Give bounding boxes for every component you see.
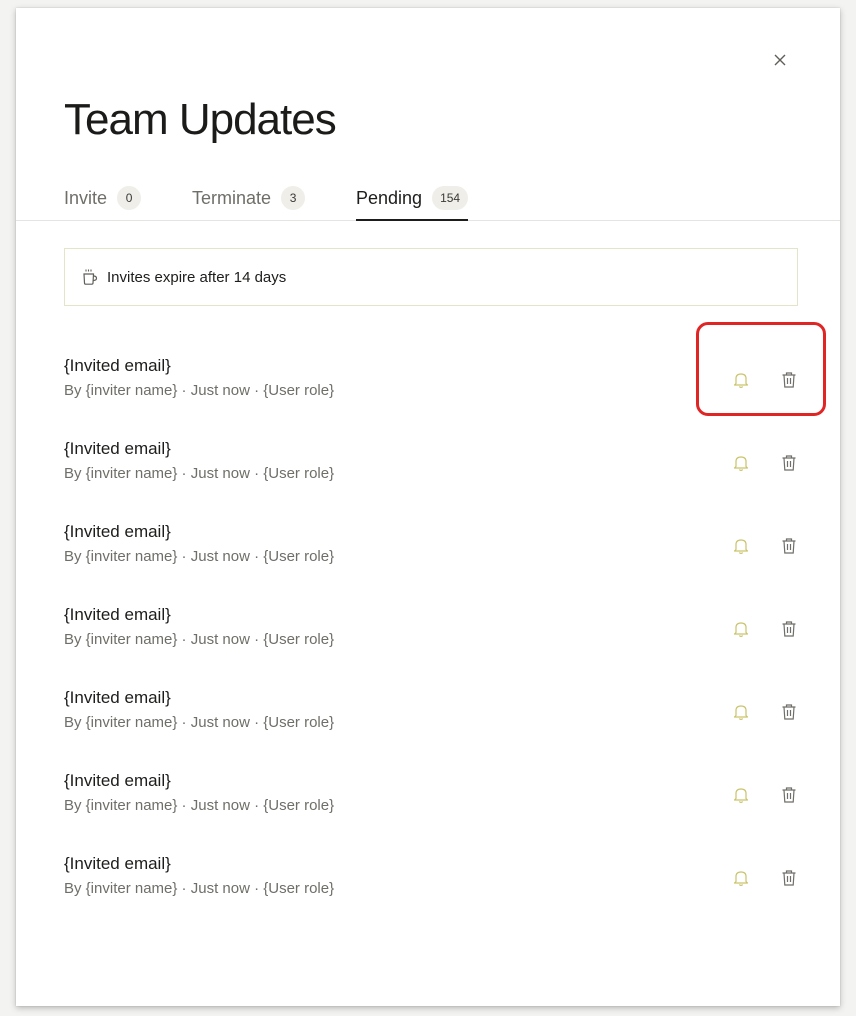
row-actions [732,702,798,722]
invited-email: {Invited email} [64,854,171,873]
tab-count-badge: 154 [432,186,469,210]
expiry-notice: Invites expire after 14 days [64,248,798,306]
invited-email: {Invited email} [64,688,171,707]
bell-icon [733,705,749,720]
delete-button[interactable] [780,868,798,888]
trash-icon [782,538,796,554]
trash-icon [782,372,796,388]
tab-invite[interactable]: Invite 0 [64,186,142,220]
tab-label: Terminate [192,188,272,208]
list-item: {Invited email} By {inviter name} · Just… [64,848,798,931]
row-actions [732,536,798,556]
delete-button[interactable] [780,370,798,390]
trash-icon [782,704,796,720]
team-updates-modal: Team Updates Invite 0 Terminate 3 Pendin… [16,8,840,1006]
trash-icon [782,621,796,637]
row-actions [732,619,798,639]
list-item: {Invited email} By {inviter name} · Just… [64,350,798,433]
invited-email: {Invited email} [64,771,171,790]
invite-meta: By {inviter name} · Just now · {User rol… [64,880,335,897]
list-item: {Invited email} By {inviter name} · Just… [64,433,798,516]
bell-icon [733,456,749,471]
delete-button[interactable] [780,785,798,805]
bell-icon [733,539,749,554]
bell-icon [733,373,749,388]
remind-button[interactable] [732,370,750,390]
remind-button[interactable] [732,453,750,473]
delete-button[interactable] [780,536,798,556]
invited-email: {Invited email} [64,522,171,541]
remind-button[interactable] [732,702,750,722]
invited-email: {Invited email} [64,356,171,375]
tab-label: Pending [356,188,423,208]
tab-pending[interactable]: Pending 154 [356,186,469,221]
remind-button[interactable] [732,785,750,805]
delete-button[interactable] [780,702,798,722]
bell-icon [733,871,749,886]
tab-count-badge: 3 [281,186,306,210]
list-item: {Invited email} By {inviter name} · Just… [64,765,798,848]
invite-meta: By {inviter name} · Just now · {User rol… [64,714,335,731]
row-actions [732,370,798,390]
bell-icon [733,622,749,637]
invite-meta: By {inviter name} · Just now · {User rol… [64,382,335,399]
invite-meta: By {inviter name} · Just now · {User rol… [64,631,335,648]
list-item: {Invited email} By {inviter name} · Just… [64,516,798,599]
invited-email: {Invited email} [64,439,171,458]
trash-icon [782,455,796,471]
tab-count-badge: 0 [117,186,142,210]
tab-bar: Invite 0 Terminate 3 Pending 154 [16,186,840,221]
remind-button[interactable] [732,619,750,639]
row-actions [732,453,798,473]
list-item: {Invited email} By {inviter name} · Just… [64,682,798,765]
close-icon [774,54,786,66]
remind-button[interactable] [732,536,750,556]
bell-icon [733,788,749,803]
tab-label: Invite [64,188,108,208]
close-button[interactable] [770,50,790,70]
notice-text: Invites expire after 14 days [107,268,287,286]
coffee-cup-icon [83,269,98,285]
tab-terminate[interactable]: Terminate 3 [192,186,306,220]
invite-meta: By {inviter name} · Just now · {User rol… [64,797,335,814]
delete-button[interactable] [780,619,798,639]
trash-icon [782,870,796,886]
modal-title: Team Updates [64,95,337,144]
invite-meta: By {inviter name} · Just now · {User rol… [64,548,335,565]
invite-meta: By {inviter name} · Just now · {User rol… [64,465,335,482]
delete-button[interactable] [780,453,798,473]
list-item: {Invited email} By {inviter name} · Just… [64,599,798,682]
pending-invite-list: {Invited email} By {inviter name} · Just… [64,350,798,931]
remind-button[interactable] [732,868,750,888]
invited-email: {Invited email} [64,605,171,624]
row-actions [732,785,798,805]
trash-icon [782,787,796,803]
row-actions [732,868,798,888]
